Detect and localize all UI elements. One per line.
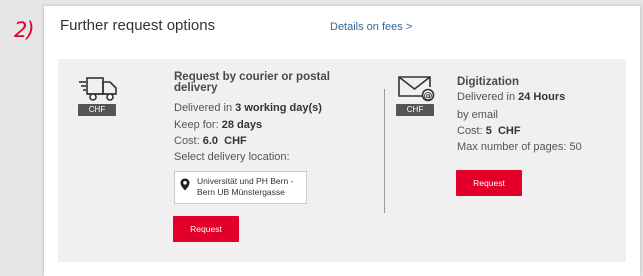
fees-details-link[interactable]: Details on fees > — [330, 21, 412, 33]
card-title: Further request options — [60, 17, 216, 34]
courier-delivery-time: Delivered in 3 working day(s) — [174, 102, 322, 114]
digitization-cost: Cost: 5 CHF — [457, 125, 521, 137]
courier-cost: Cost: 6.0 CHF — [174, 135, 247, 147]
digitization-cost-prefix: Cost: — [457, 125, 486, 137]
courier-request-button[interactable]: Request — [173, 216, 239, 242]
request-options-card: Further request options Details on fees … — [44, 6, 640, 276]
courier-cost-prefix: Cost: — [174, 135, 203, 147]
digitization-max-pages: Max number of pages: 50 — [457, 141, 582, 153]
delivery-location-label: Select delivery location: — [174, 151, 290, 163]
digitization-cost-value: 5 CHF — [485, 125, 521, 137]
truck-icon — [79, 77, 117, 101]
courier-keep-value: 28 days — [221, 119, 263, 131]
card-header: Further request options Details on fees … — [44, 6, 640, 46]
courier-delivery-value: 3 working day(s) — [235, 102, 322, 114]
map-pin-icon — [180, 178, 190, 191]
courier-keep-period: Keep for: 28 days — [174, 119, 262, 131]
delivery-location-select[interactable]: Universität und PH Bern - Bern UB Münste… — [174, 171, 307, 204]
courier-icon-group: CHF — [78, 76, 120, 116]
options-divider — [384, 89, 385, 213]
email-icon: @ — [398, 76, 435, 102]
digitization-delivery-time: Delivered in 24 Hours — [457, 91, 565, 103]
digitization-pages-value: 50 — [569, 141, 582, 153]
digitization-icon-group: @ CHF — [396, 74, 438, 116]
courier-title: Request by courier or postal delivery — [174, 71, 330, 94]
options-panel: CHF Request by courier or postal deliver… — [58, 59, 626, 262]
digitization-delivery-value: 24 Hours — [518, 91, 566, 103]
step-marker: 2) — [14, 18, 35, 42]
digitization-delivery-method: by email — [457, 109, 498, 121]
courier-cost-value: 6.0 CHF — [202, 135, 247, 147]
digitization-chf-badge: CHF — [396, 104, 434, 116]
svg-text:@: @ — [424, 92, 433, 102]
delivery-location-value: Universität und PH Bern - Bern UB Münste… — [197, 176, 294, 197]
courier-delivery-prefix: Delivered in — [174, 102, 236, 114]
digitization-request-button[interactable]: Request — [456, 170, 522, 196]
digitization-delivery-prefix: Delivered in — [457, 91, 519, 103]
digitization-pages-prefix: Max number of pages: — [457, 141, 570, 153]
digitization-title: Digitization — [457, 76, 519, 88]
courier-keep-prefix: Keep for: — [174, 119, 222, 131]
courier-chf-badge: CHF — [78, 104, 116, 116]
